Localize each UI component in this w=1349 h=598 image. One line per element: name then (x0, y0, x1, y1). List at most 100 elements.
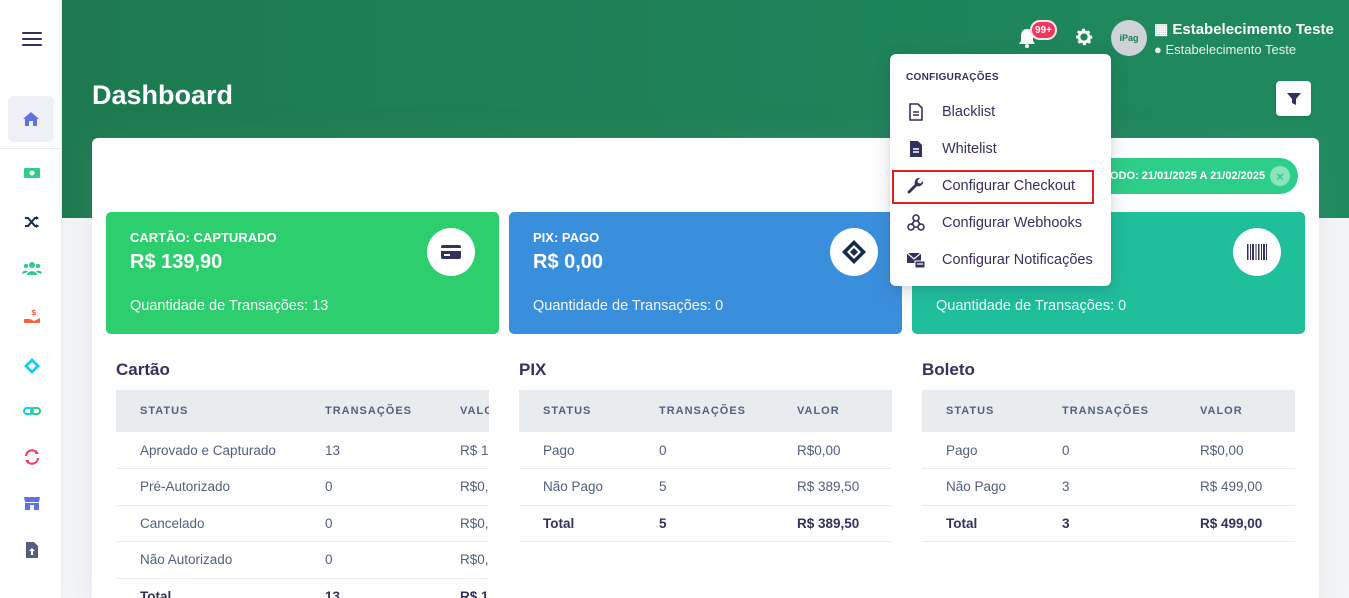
pix-icon (842, 240, 866, 264)
cell: R$ 499,00 (1176, 468, 1295, 506)
filter-button[interactable] (1276, 81, 1311, 116)
cell: R$ 139 (436, 432, 489, 469)
cell: Aprovado e Capturado (116, 432, 301, 469)
table-row: Pré-Autorizado0R$0,00 (116, 468, 489, 506)
sidebar-item-recurrence[interactable] (21, 446, 43, 468)
stat-card-cartao: CARTÃO: CAPTURADO R$ 139,90 Quantidade d… (106, 212, 499, 334)
menu-toggle-button[interactable] (22, 32, 42, 46)
table-header-row: STATUS TRANSAÇÕES VALOR (116, 390, 489, 432)
table-title: PIX (519, 360, 547, 379)
store-icon (24, 497, 40, 510)
user-name[interactable]: ▦ Estabelecimento Teste (1154, 20, 1334, 38)
sidebar-item-money[interactable] (21, 162, 43, 184)
menu-item-blacklist[interactable]: Blacklist (890, 93, 1111, 130)
shuffle-icon (25, 216, 39, 228)
menu-item-configurar-notificacoes[interactable]: Configurar Notificações (890, 241, 1111, 278)
avatar[interactable]: iPag (1111, 20, 1147, 56)
remove-filter-button[interactable]: × (1270, 166, 1290, 186)
menu-item-label: Configurar Webhooks (942, 214, 1082, 231)
table-cartao-section: Cartão STATUS TRANSAÇÕES VALOR Aprovado … (116, 360, 489, 598)
stat-value: R$ 0,00 (533, 251, 604, 273)
avatar-text: iPag (1119, 33, 1139, 43)
cell: Total (116, 578, 301, 598)
menu-item-label: Blacklist (942, 103, 996, 120)
cell: 0 (301, 468, 437, 506)
cell: 0 (635, 432, 773, 469)
table-row: Aprovado e Capturado13R$ 139 (116, 432, 489, 469)
user-name-text: Estabelecimento Teste (1172, 21, 1334, 38)
cell: Não Pago (519, 468, 635, 506)
file-upload-icon (26, 542, 38, 558)
dropdown-header: CONFIGURAÇÕES (906, 72, 999, 83)
notification-badge: 99+ (1030, 20, 1057, 40)
stat-icon-circle (830, 228, 878, 276)
column-header: VALOR (436, 390, 489, 432)
cell: R$0,00 (436, 505, 489, 542)
user-subtitle-text: Estabelecimento Teste (1165, 42, 1297, 57)
stat-card-pix: PIX: PAGO R$ 0,00 Quantidade de Transaçõ… (509, 212, 902, 334)
menu-item-whitelist[interactable]: Whitelist (890, 130, 1111, 167)
money-icon (24, 168, 40, 178)
cell: Total (519, 505, 635, 542)
cell: Total (922, 505, 1038, 542)
column-header: STATUS (116, 390, 301, 432)
filter-icon (1286, 92, 1301, 105)
sidebar-item-upload[interactable] (21, 539, 43, 561)
sidebar-item-pix[interactable] (21, 355, 43, 377)
gear-icon[interactable] (1073, 26, 1095, 48)
table-header-row: STATUS TRANSAÇÕES VALOR (519, 390, 892, 432)
column-header: TRANSAÇÕES (635, 390, 773, 432)
sidebar: $ (0, 0, 62, 598)
table-row: Cancelado0R$0,00 (116, 505, 489, 542)
cell: Não Autorizado (116, 541, 301, 579)
column-header: VALOR (773, 390, 892, 432)
mail-settings-icon (906, 252, 926, 268)
table-pix: STATUS TRANSAÇÕES VALOR Pago 0 R$0,00 Não … (519, 390, 892, 542)
sidebar-item-home[interactable] (8, 96, 54, 142)
cell: 5 (635, 505, 773, 542)
menu-item-configurar-webhooks[interactable]: Configurar Webhooks (890, 204, 1111, 241)
sidebar-item-users[interactable] (21, 257, 43, 279)
column-header: TRANSAÇÕES (1038, 390, 1176, 432)
table-cartao: STATUS TRANSAÇÕES VALOR Aprovado e Captu… (116, 390, 489, 598)
sidebar-divider (0, 148, 62, 149)
column-header: STATUS (519, 390, 635, 432)
cell: 5 (635, 468, 773, 506)
page-title: Dashboard (92, 80, 234, 110)
period-filter-chip: ODO: 21/01/2025 A 21/02/2025 × (1090, 158, 1298, 194)
table-row: Pago 0 R$0,00 (922, 432, 1295, 469)
stat-label: CARTÃO: CAPTURADO (130, 230, 277, 245)
table-row: Não Autorizado0R$0,00 (116, 541, 489, 579)
table-row: Não Pago 3 R$ 499,00 (922, 468, 1295, 506)
cell: R$ 139 (436, 578, 489, 598)
wrench-icon (907, 177, 924, 193)
sidebar-item-links[interactable] (21, 400, 43, 422)
home-icon (23, 112, 39, 126)
cell: R$ 389,50 (773, 468, 892, 506)
menu-item-configurar-checkout[interactable]: Configurar Checkout (890, 167, 1111, 204)
stat-quantity: Quantidade de Transações: 0 (936, 298, 1127, 314)
cell: R$0,00 (1176, 432, 1295, 469)
cell: 3 (1038, 505, 1176, 542)
table-row: Pago 0 R$0,00 (519, 432, 892, 469)
cell: R$ 499,00 (1176, 505, 1295, 542)
user-subtitle: ● Estabelecimento Teste (1154, 42, 1296, 57)
table-total-row: Total 3 R$ 499,00 (922, 505, 1295, 542)
menu-item-label: Configurar Checkout (942, 177, 1075, 194)
cell: R$0,00 (773, 432, 892, 469)
document-filled-icon (910, 140, 922, 157)
credit-card-icon (441, 245, 461, 259)
menu-item-label: Configurar Notificações (942, 251, 1093, 268)
link-icon (23, 407, 41, 415)
menu-item-label: Whitelist (942, 140, 997, 157)
refresh-icon (25, 449, 39, 465)
sidebar-item-loans[interactable]: $ (21, 305, 43, 327)
table-total-row: Total13R$ 139 (116, 578, 489, 598)
cell: R$ 389,50 (773, 505, 892, 542)
sidebar-item-store[interactable] (21, 492, 43, 514)
table-pix-section: PIX STATUS TRANSAÇÕES VALOR Pago 0 R$0,00 … (519, 360, 892, 542)
cell: Pago (519, 432, 635, 469)
cell: 3 (1038, 468, 1176, 506)
users-icon (22, 262, 42, 275)
sidebar-item-shuffle[interactable] (21, 211, 43, 233)
